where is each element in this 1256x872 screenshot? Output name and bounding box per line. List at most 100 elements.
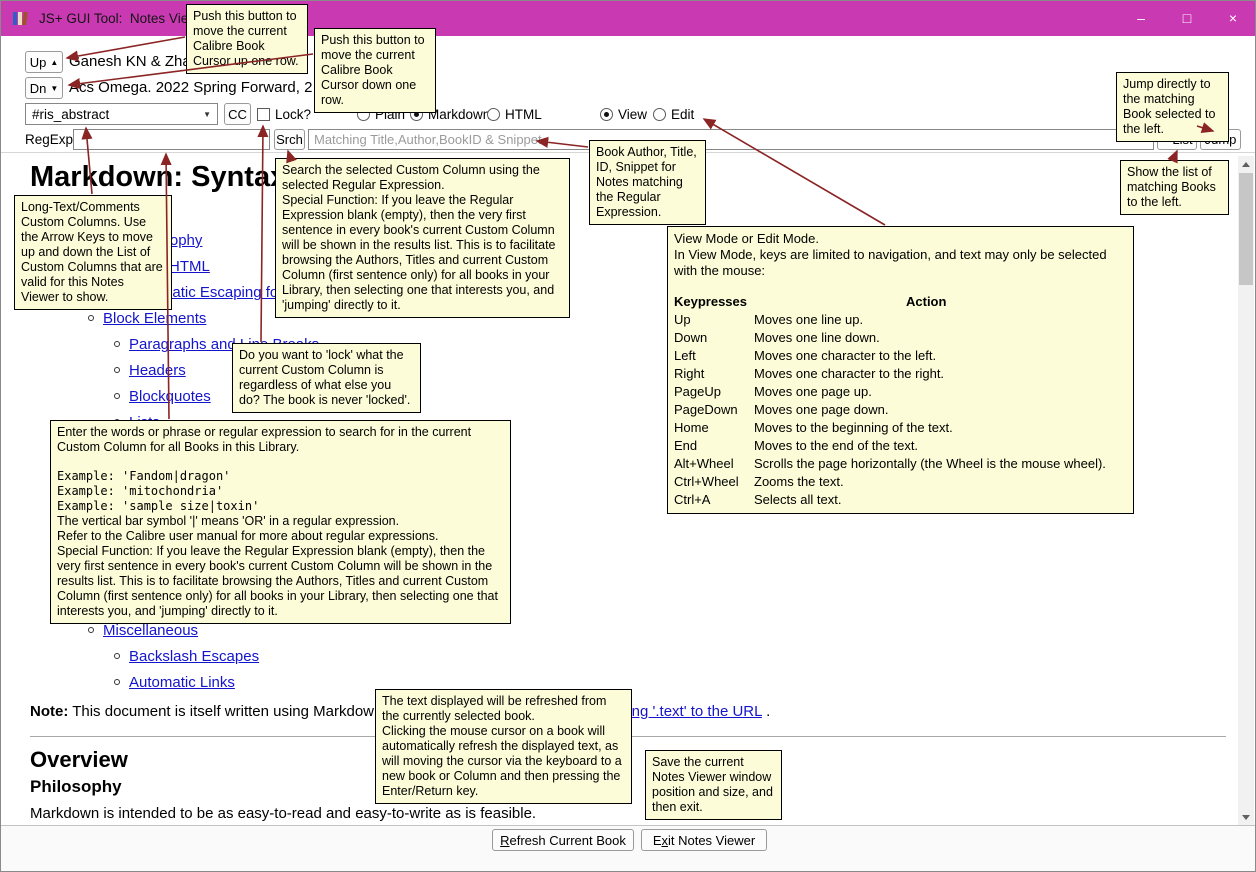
app-icon xyxy=(12,11,30,26)
book-cursor-down-button[interactable]: Dn ▼ xyxy=(25,77,63,99)
callout-text: Clicking the mouse cursor on a book will… xyxy=(382,724,622,798)
mode-radio-view[interactable]: View xyxy=(600,103,647,125)
scrollbar-thumb[interactable] xyxy=(1239,173,1253,285)
search-snippet-input[interactable] xyxy=(308,129,1154,150)
keypress-row: Down Moves one line down. xyxy=(674,330,880,345)
callout-text: Book Author, Title, ID, Snippet for Note… xyxy=(596,145,697,219)
callout-text: Special Function: If you leave the Regul… xyxy=(57,544,498,618)
book-cursor-up-button[interactable]: Up ▲ xyxy=(25,51,63,73)
close-button[interactable]: × xyxy=(1210,0,1256,36)
callout-text: Special Function: If you leave the Regul… xyxy=(282,193,556,312)
callout-list-button: Show the list of matching Books to the l… xyxy=(1120,160,1229,215)
callout-search-column: Search the selected Custom Column using … xyxy=(275,158,570,318)
radio-selected-icon xyxy=(600,107,613,121)
keypress-row: Home Moves to the beginning of the text. xyxy=(674,420,953,435)
scroll-down-button[interactable] xyxy=(1238,809,1254,825)
bullet-icon xyxy=(114,367,120,373)
toc-link[interactable]: Automatic Links xyxy=(129,674,235,691)
mode-label-edit: Edit xyxy=(671,106,695,122)
window-title: JS+ GUI Tool: Notes Viewer xyxy=(39,10,210,26)
mode-radio-edit[interactable]: Edit xyxy=(653,103,694,125)
keypress-row: Alt+Wheel Scrolls the page horizontally (… xyxy=(674,456,1106,471)
action-col-header: Action xyxy=(906,294,947,309)
callout-text: Enter the words or phrase or regular exp… xyxy=(57,425,472,454)
keypress-header: Keypresses Action xyxy=(674,293,1127,311)
callout-refresh: The text displayed will be refreshed fro… xyxy=(375,689,632,804)
toc-link[interactable]: Miscellaneous xyxy=(103,622,198,639)
bullet-icon xyxy=(88,627,94,633)
callout-save-exit: Save the current Notes Viewer window pos… xyxy=(645,750,782,820)
callout-jump-button: Jump directly to the matching Book selec… xyxy=(1116,72,1229,142)
callout-text: Refer to the Calibre user manual for mor… xyxy=(57,529,439,543)
toc-link[interactable]: Block Elements xyxy=(103,310,206,327)
scroll-up-button[interactable] xyxy=(1238,156,1254,172)
toc-link[interactable]: Headers xyxy=(129,362,186,379)
callout-regexp: Enter the words or phrase or regular exp… xyxy=(50,420,511,624)
mode-label-view: View xyxy=(618,106,648,122)
lock-checkbox-group[interactable]: Lock? xyxy=(257,103,311,125)
keypress-row: Ctrl+A Selects all text. xyxy=(674,492,842,507)
keypress-row: Left Moves one character to the left. xyxy=(674,348,937,363)
chevron-down-icon: ▼ xyxy=(203,109,211,119)
custom-column-combo[interactable]: #ris_abstract ▼ xyxy=(25,103,218,125)
toc-item: Backslash Escapes xyxy=(30,644,1237,670)
format-label-markdown: Markdown xyxy=(428,106,491,122)
philosophy-heading: Philosophy xyxy=(30,777,122,796)
callout-text: The text displayed will be refreshed fro… xyxy=(382,694,607,723)
callout-text: Long-Text/Comments Custom Columns. Use t… xyxy=(21,200,163,304)
keypress-row: End Moves to the end of the text. xyxy=(674,438,919,453)
footer-bar: Refresh Current Book Ex it Notes Viewer xyxy=(0,825,1256,872)
bullet-icon xyxy=(88,315,94,321)
doc-paragraph: Markdown is intended to be as easy-to-re… xyxy=(30,805,537,822)
srch-button[interactable]: Srch xyxy=(274,129,305,150)
up-button-label: Up xyxy=(29,54,47,70)
callout-view-mode: View Mode or Edit Mode. In View Mode, ke… xyxy=(667,226,1134,514)
callout-text: View Mode or Edit Mode. xyxy=(674,231,819,246)
custom-column-value: #ris_abstract xyxy=(32,106,110,122)
cc-button[interactable]: CC xyxy=(224,103,251,125)
bullet-icon xyxy=(114,341,120,347)
callout-up-button: Push this button to move the current Cal… xyxy=(186,4,308,74)
toc-link[interactable]: Backslash Escapes xyxy=(129,648,259,665)
up-triangle-icon: ▲ xyxy=(50,57,59,67)
callout-text: Show the list of matching Books to the l… xyxy=(1127,165,1216,209)
lock-label: Lock? xyxy=(275,106,312,122)
callout-text: Push this button to move the current Cal… xyxy=(193,9,299,68)
callout-text: Do you want to 'lock' what the current C… xyxy=(239,348,411,407)
refresh-current-book-button[interactable]: Refresh Current Book xyxy=(492,829,634,851)
selected-book-author: Ganesh KN & Zha xyxy=(69,53,191,70)
radio-icon xyxy=(653,107,666,121)
maximize-button[interactable]: □ xyxy=(1164,0,1210,36)
down-triangle-icon: ▼ xyxy=(50,83,59,93)
callout-text: Jump directly to the matching Book selec… xyxy=(1123,77,1216,136)
keypress-row: PageUp Moves one page up. xyxy=(674,384,872,399)
vertical-scrollbar[interactable] xyxy=(1238,156,1254,825)
lock-checkbox[interactable] xyxy=(257,107,270,121)
callout-down-button: Push this button to move the current Cal… xyxy=(314,28,436,113)
up-triangle-icon xyxy=(1242,161,1250,167)
exit-notes-viewer-button[interactable]: Ex it Notes Viewer xyxy=(641,829,767,851)
bullet-icon xyxy=(114,679,120,685)
callout-text: Push this button to move the current Cal… xyxy=(321,33,425,107)
toc-link[interactable]: Blockquotes xyxy=(129,388,211,405)
note-label: Note: xyxy=(30,703,69,720)
regexp-input[interactable] xyxy=(73,129,270,150)
format-radio-html[interactable]: HTML xyxy=(487,103,542,125)
toc-item: Automatic Links xyxy=(30,670,1237,696)
callout-text: Save the current Notes Viewer window pos… xyxy=(652,755,773,814)
regexp-label: RegExp xyxy=(25,132,74,147)
keypress-row: Up Moves one line up. xyxy=(674,312,864,327)
format-label-html: HTML xyxy=(505,106,542,122)
window-controls: – □ × xyxy=(1118,0,1256,36)
note-end: . xyxy=(761,703,771,720)
regexp-examples: Example: 'Fandom|dragon' Example: 'mitoc… xyxy=(57,469,260,513)
callout-text: The vertical bar symbol '|' means 'OR' i… xyxy=(57,514,400,528)
bullet-icon xyxy=(114,653,120,659)
minimize-button[interactable]: – xyxy=(1118,0,1164,36)
keypress-row: PageDown Moves one page down. xyxy=(674,402,889,417)
radio-icon xyxy=(487,107,500,121)
overview-heading: Overview xyxy=(30,747,128,772)
callout-text: Search the selected Custom Column using … xyxy=(282,163,540,192)
keypress-row: Ctrl+Wheel Zooms the text. xyxy=(674,474,844,489)
callout-lock: Do you want to 'lock' what the current C… xyxy=(232,343,421,413)
